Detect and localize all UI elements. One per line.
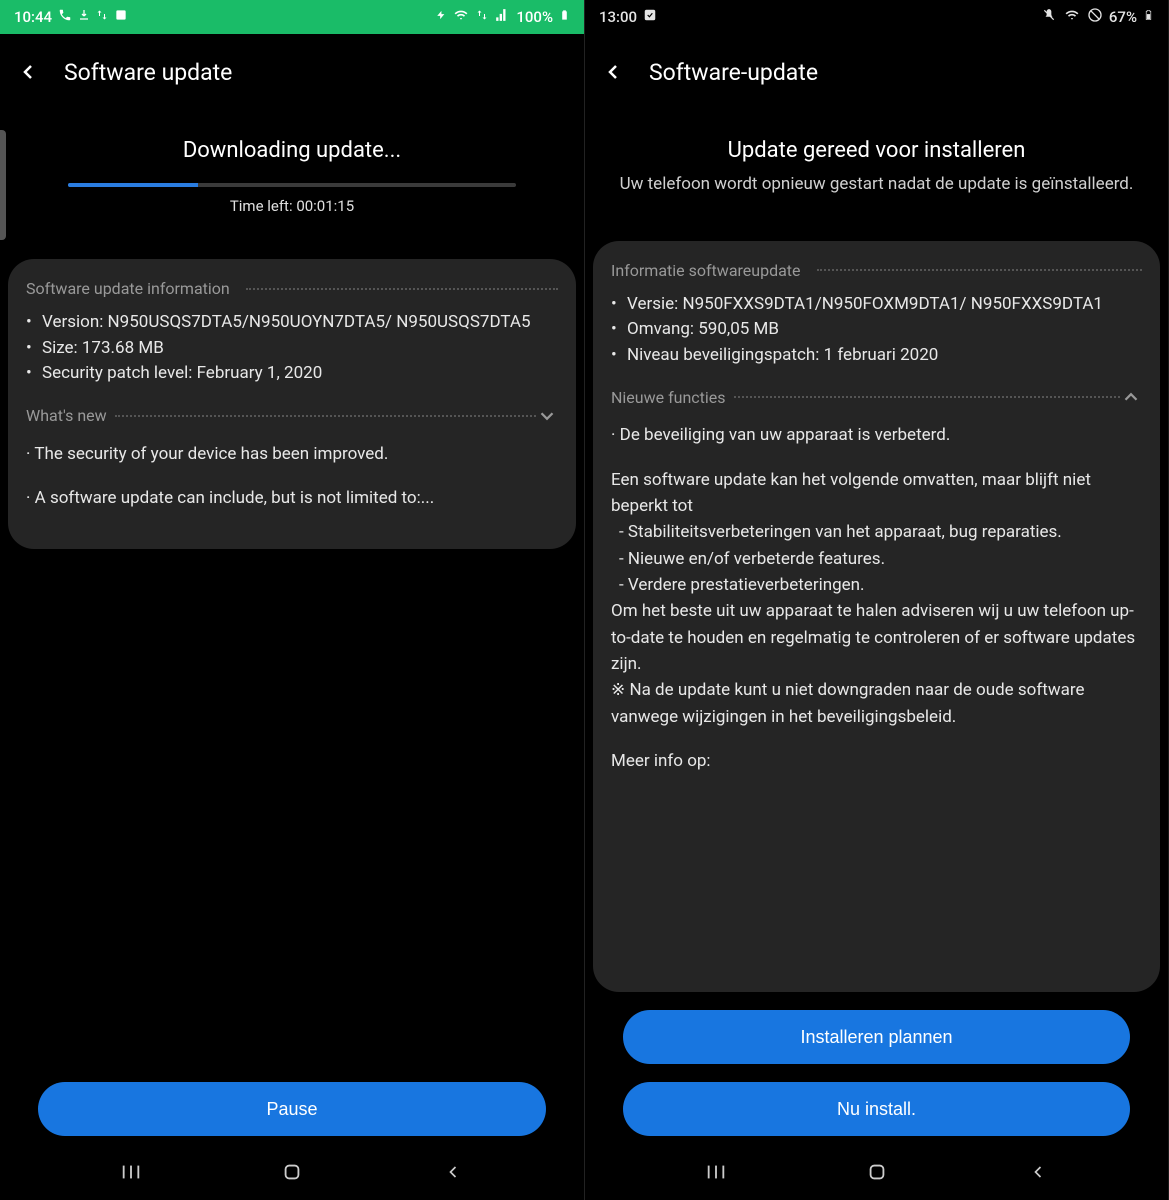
page-title: Software update bbox=[64, 59, 232, 86]
status-bar: 10:44 bbox=[0, 0, 584, 34]
back-button[interactable] bbox=[593, 52, 633, 92]
phone-icon bbox=[58, 8, 72, 26]
battery-percent: 67% bbox=[1109, 8, 1137, 26]
desc-line-2: · A software update can include, but is … bbox=[26, 485, 558, 511]
signal-icon bbox=[494, 8, 510, 26]
ready-subtitle: Uw telefoon wordt opnieuw gestart nadat … bbox=[613, 173, 1140, 197]
scroll-indicator bbox=[0, 130, 6, 240]
phone-left: 10:44 bbox=[0, 0, 584, 1200]
desc-b3: - Verdere prestatieverbeteringen. bbox=[611, 572, 1142, 598]
progress-bar bbox=[68, 183, 516, 187]
size-text: Omvang: 590,05 MB bbox=[611, 317, 1142, 343]
no-data-icon bbox=[1087, 7, 1103, 27]
wifi-icon bbox=[452, 8, 470, 26]
nav-bar bbox=[0, 1144, 584, 1200]
install-now-button[interactable]: Nu install. bbox=[623, 1082, 1130, 1136]
recents-button[interactable] bbox=[703, 1159, 729, 1185]
whats-new-toggle[interactable]: What's new bbox=[26, 405, 558, 427]
pause-button[interactable]: Pause bbox=[38, 1082, 546, 1136]
desc-b1: - Stabiliteitsverbeteringen van het appa… bbox=[611, 519, 1142, 545]
battery-icon bbox=[1143, 7, 1154, 27]
chevron-down-icon bbox=[536, 405, 558, 427]
desc-b2: - Nieuwe en/of verbeterde features. bbox=[611, 546, 1142, 572]
bolt-icon bbox=[436, 8, 446, 26]
ready-title: Update gereed voor installeren bbox=[613, 138, 1140, 163]
wifi-icon bbox=[1063, 8, 1081, 26]
version-text: Versie: N950FXXS9DTA1/N950FOXM9DTA1/ N95… bbox=[611, 292, 1142, 318]
desc-para3: ※ Na de update kunt u niet downgraden na… bbox=[611, 677, 1142, 730]
back-nav-button[interactable] bbox=[1025, 1159, 1051, 1185]
nav-bar bbox=[585, 1144, 1168, 1200]
home-button[interactable] bbox=[279, 1159, 305, 1185]
app-header: Software update bbox=[0, 34, 584, 110]
recents-button[interactable] bbox=[118, 1159, 144, 1185]
desc-para2: Om het beste uit uw apparaat te halen ad… bbox=[611, 598, 1142, 677]
info-header: Software update information bbox=[26, 279, 230, 298]
status-time: 13:00 bbox=[599, 8, 637, 26]
desc-para1: Een software update kan het volgende omv… bbox=[611, 467, 1142, 520]
time-left: Time left: 00:01:15 bbox=[28, 197, 556, 215]
size-text: Size: 173.68 MB bbox=[26, 336, 558, 362]
back-button[interactable] bbox=[8, 52, 48, 92]
patch-text: Niveau beveiligingspatch: 1 februari 202… bbox=[611, 343, 1142, 369]
status-bar: 13:00 67% bbox=[585, 0, 1168, 34]
chevron-up-icon bbox=[1120, 386, 1142, 408]
info-header: Informatie softwareupdate bbox=[611, 261, 801, 280]
desc-security: · De beveiliging van uw apparaat is verb… bbox=[611, 422, 1142, 448]
update-info-card: Software update information Version: N95… bbox=[8, 259, 576, 549]
status-time: 10:44 bbox=[14, 8, 52, 26]
version-text: Version: N950USQS7DTA5/N950UOYN7DTA5/ N9… bbox=[26, 310, 558, 336]
mute-icon bbox=[1041, 8, 1057, 26]
arrows-icon bbox=[96, 8, 108, 26]
download-icon bbox=[78, 8, 90, 26]
app-header: Software-update bbox=[585, 34, 1168, 110]
check-icon bbox=[643, 8, 657, 26]
page-title: Software-update bbox=[649, 59, 818, 86]
battery-percent: 100% bbox=[516, 8, 553, 26]
home-button[interactable] bbox=[864, 1159, 890, 1185]
whats-new-toggle[interactable]: Nieuwe functies bbox=[611, 386, 1142, 408]
update-info-card: Informatie softwareupdate Versie: N950FX… bbox=[593, 241, 1160, 992]
downloading-title: Downloading update... bbox=[28, 138, 556, 163]
battery-icon bbox=[559, 7, 570, 27]
badge-icon bbox=[114, 8, 128, 26]
phone-right: 13:00 67% Software-update bbox=[584, 0, 1168, 1200]
more-info: Meer info op: bbox=[611, 748, 1142, 774]
patch-text: Security patch level: February 1, 2020 bbox=[26, 361, 558, 387]
data-icon bbox=[476, 8, 488, 26]
schedule-install-button[interactable]: Installeren plannen bbox=[623, 1010, 1130, 1064]
desc-line-1: · The security of your device has been i… bbox=[26, 441, 558, 467]
back-nav-button[interactable] bbox=[440, 1159, 466, 1185]
